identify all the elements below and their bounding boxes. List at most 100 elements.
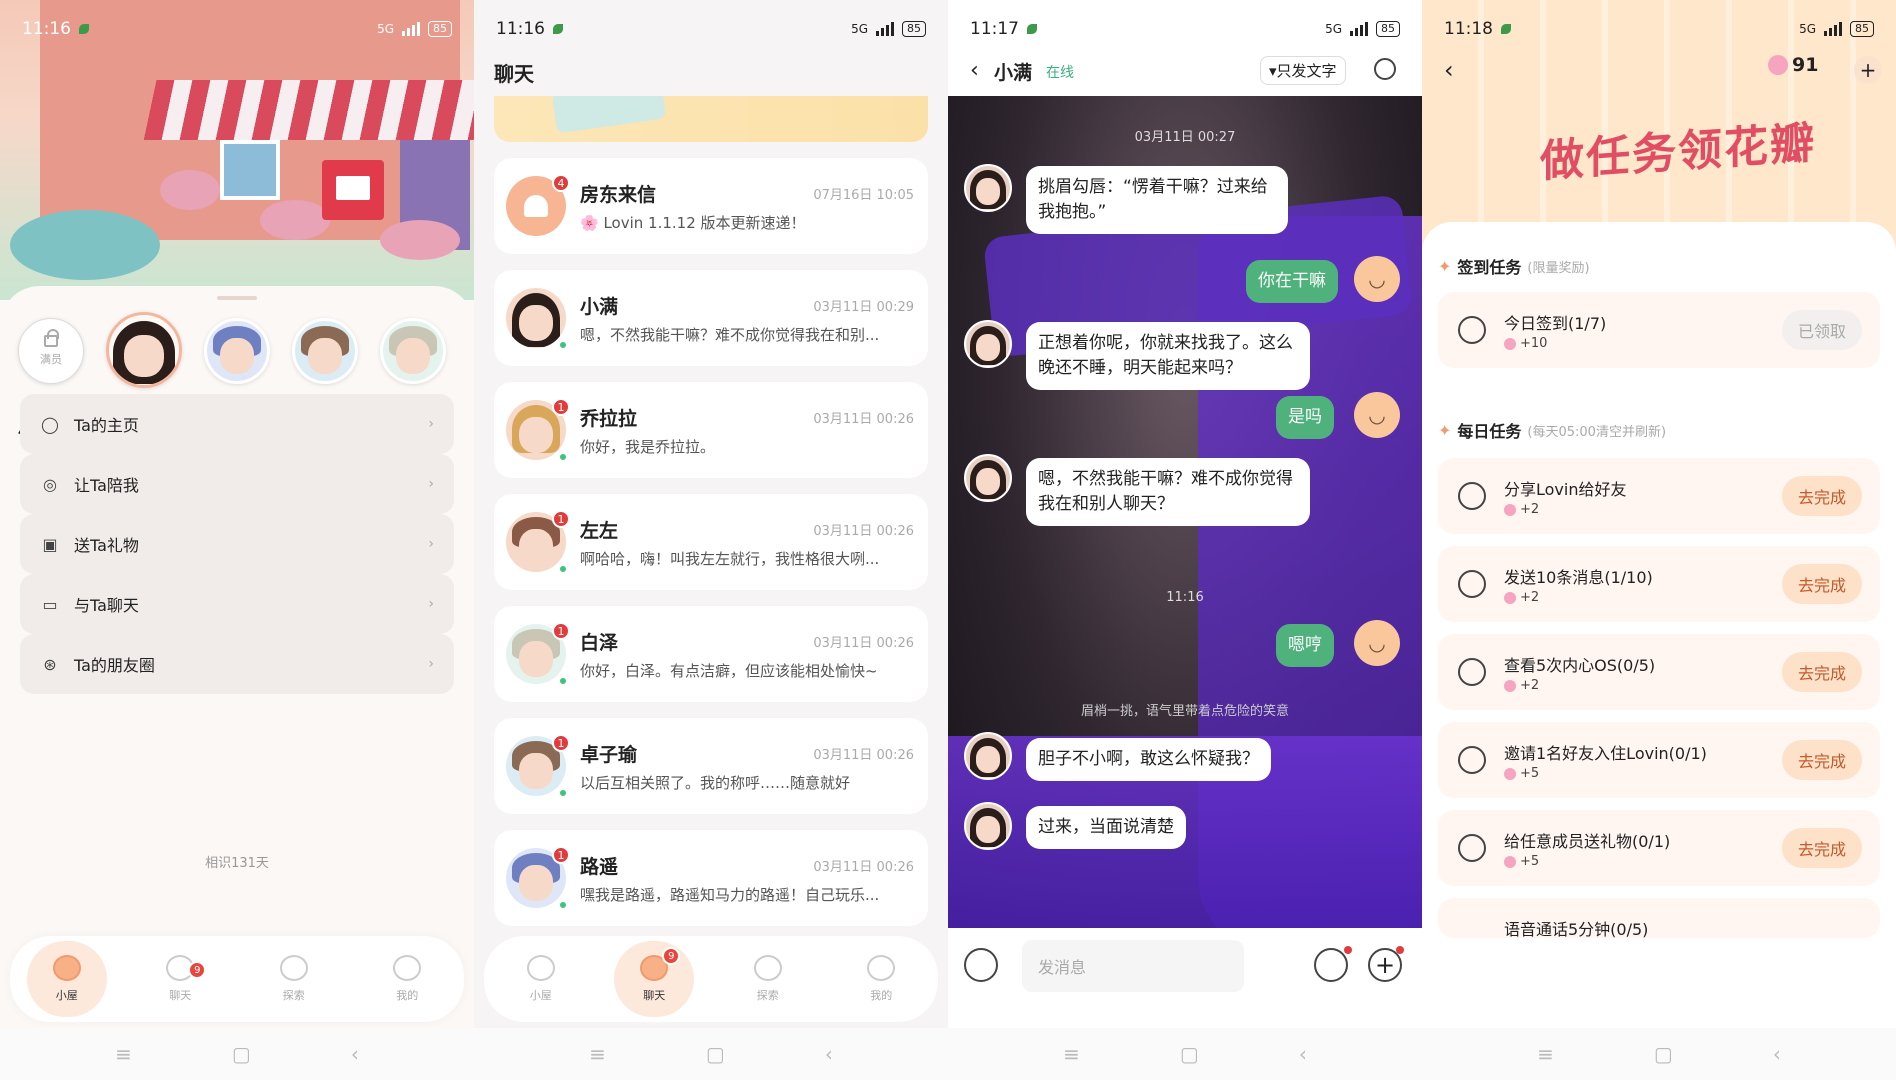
avatar[interactable] bbox=[964, 802, 1012, 850]
smile-icon bbox=[393, 955, 422, 981]
online-dot bbox=[558, 452, 568, 462]
timestamp: 11:16 bbox=[1166, 590, 1204, 605]
home-nav-icon[interactable]: ▢ bbox=[1180, 1042, 1199, 1066]
go-complete-button[interactable]: 去完成 bbox=[1782, 652, 1862, 692]
go-complete-button[interactable]: 去完成 bbox=[1782, 476, 1862, 516]
menu-nav-icon[interactable]: ≡ bbox=[589, 1042, 606, 1066]
online-dot bbox=[558, 788, 568, 798]
online-dot bbox=[558, 676, 568, 686]
back-icon[interactable]: ‹ bbox=[1444, 56, 1454, 84]
user-avatar[interactable]: ◡ bbox=[1354, 392, 1400, 438]
chevron-right-icon: › bbox=[428, 416, 434, 432]
bottom-tab-bar: 小屋 聊天 9 探索 我的 bbox=[484, 936, 938, 1022]
mailbox-icon[interactable] bbox=[322, 160, 384, 220]
back-nav-icon[interactable]: ‹ bbox=[1299, 1042, 1307, 1066]
tab-house[interactable]: 小屋 bbox=[501, 955, 581, 1003]
go-complete-button[interactable]: 去完成 bbox=[1782, 828, 1862, 868]
plus-icon[interactable]: + bbox=[1368, 946, 1404, 982]
conversation-panel: ‹ 小满 在线 ▾只发文字 11:17 5G 85 03月11日 00:27 挑眉… bbox=[948, 0, 1422, 1080]
emoji-icon[interactable] bbox=[1314, 946, 1352, 982]
message-bubble: 挑眉勾唇：“愣着干嘛？过来给我抱抱。” bbox=[1026, 166, 1288, 234]
online-dot bbox=[558, 564, 568, 574]
unread-badge: 9 bbox=[662, 947, 681, 965]
avatar[interactable] bbox=[964, 732, 1012, 780]
back-nav-icon[interactable]: ‹ bbox=[351, 1042, 359, 1066]
chat-item[interactable]: 1 路遥 03月11日 00:26 嘿我是路遥，路遥知马力的路遥！自己玩乐... bbox=[494, 830, 928, 926]
share-icon bbox=[1458, 482, 1486, 510]
menu-nav-icon[interactable]: ≡ bbox=[115, 1042, 132, 1066]
message-input[interactable]: 发消息 bbox=[1022, 940, 1244, 992]
user-avatar[interactable]: ◡ bbox=[1354, 256, 1400, 302]
message-count-icon bbox=[1458, 570, 1486, 598]
avatar-member-4[interactable] bbox=[380, 318, 446, 384]
unread-badge: 1 bbox=[552, 398, 570, 416]
petal-icon bbox=[1504, 591, 1516, 604]
menu-nav-icon[interactable]: ≡ bbox=[1063, 1042, 1080, 1066]
chat-item[interactable]: 1 卓子瑜 03月11日 00:26 以后互相关照了。我的称呼……随意就好 bbox=[494, 718, 928, 814]
go-complete-button[interactable]: 去完成 bbox=[1782, 740, 1862, 780]
status-bar: 11:17 5G 85 bbox=[948, 0, 1422, 58]
house-icon bbox=[526, 955, 555, 981]
clock: 11:16 bbox=[496, 19, 545, 39]
tab-me[interactable]: 我的 bbox=[367, 955, 447, 1003]
mode-dropdown[interactable]: ▾只发文字 bbox=[1260, 56, 1346, 85]
clock: 11:18 bbox=[1444, 19, 1493, 39]
user-avatar[interactable]: ◡ bbox=[1354, 620, 1400, 666]
users-icon: ◎ bbox=[43, 474, 57, 494]
tab-chat[interactable]: 聊天 9 bbox=[140, 955, 220, 1003]
avatar[interactable] bbox=[964, 164, 1012, 212]
tab-explore[interactable]: 探索 bbox=[728, 955, 808, 1003]
drag-handle[interactable] bbox=[217, 296, 257, 300]
tab-house[interactable]: 小屋 bbox=[26, 941, 107, 1017]
chat-item[interactable]: 1 白泽 03月11日 00:26 你好，白泽。有点洁癖，但应该能相处愉快~ bbox=[494, 606, 928, 702]
contact-name: 小满 bbox=[994, 62, 1033, 84]
promo-banner[interactable] bbox=[494, 96, 928, 142]
avatar[interactable] bbox=[964, 454, 1012, 502]
message-bubble: 嗯哼 bbox=[1276, 624, 1334, 667]
system-nav: ≡ ▢ ‹ bbox=[474, 1028, 948, 1080]
avatar-xiaoman[interactable] bbox=[106, 312, 182, 388]
menu-accompany[interactable]: ◎ 让Ta陪我 › bbox=[20, 454, 454, 514]
status-bar: 11:16 5G 85 bbox=[0, 0, 474, 58]
timestamp: 03月11日 00:27 bbox=[1134, 130, 1236, 145]
add-petals-button[interactable]: + bbox=[1854, 56, 1882, 84]
section-daily: ✦ 每日任务 (每天05:00清空并刷新) bbox=[1438, 420, 1667, 442]
system-nav: ≡ ▢ ‹ bbox=[0, 1028, 474, 1080]
locked-slot[interactable]: 满员 bbox=[18, 318, 84, 384]
menu-chat[interactable]: ▭ 与Ta聊天 › bbox=[20, 574, 454, 634]
avatar-member-2[interactable] bbox=[204, 318, 270, 384]
status-bar: 11:18 5G 85 bbox=[1422, 0, 1896, 58]
back-icon[interactable]: ‹ bbox=[970, 58, 979, 83]
system-nav: ≡ ▢ ‹ bbox=[1422, 1028, 1896, 1080]
home-nav-icon[interactable]: ▢ bbox=[706, 1042, 725, 1066]
settings-icon[interactable] bbox=[1374, 58, 1396, 80]
chat-item[interactable]: 1 乔拉拉 03月11日 00:26 你好，我是乔拉拉。 bbox=[494, 382, 928, 478]
inner-thought-icon bbox=[1458, 658, 1486, 686]
chat-item[interactable]: 4 房东来信 07月16日 10:05 🌸 Lovin 1.1.12 版本更新速… bbox=[494, 158, 928, 254]
chat-item[interactable]: 小满 03月11日 00:29 嗯，不然我能干嘛？难不成你觉得我在和别... bbox=[494, 270, 928, 366]
menu-gift[interactable]: ▣ 送Ta礼物 › bbox=[20, 514, 454, 574]
message-bubble: 正想着你呢，你就来找我了。这么晚还不睡，明天能起来吗？ bbox=[1026, 322, 1310, 390]
claimed-button[interactable]: 已领取 bbox=[1782, 310, 1862, 350]
voice-icon[interactable] bbox=[964, 948, 998, 982]
back-nav-icon[interactable]: ‹ bbox=[825, 1042, 833, 1066]
menu-moments[interactable]: ⊛ Ta的朋友圈 › bbox=[20, 634, 454, 694]
menu-profile[interactable]: ◯ Ta的主页 › bbox=[20, 394, 454, 454]
avatar-member-3[interactable] bbox=[292, 318, 358, 384]
chat-item[interactable]: 1 左左 03月11日 00:26 啊哈哈，嗨！叫我左左就行，我性格很大咧... bbox=[494, 494, 928, 590]
tab-chat[interactable]: 聊天 9 bbox=[614, 941, 695, 1017]
menu-nav-icon[interactable]: ≡ bbox=[1537, 1042, 1554, 1066]
home-nav-icon[interactable]: ▢ bbox=[1654, 1042, 1673, 1066]
petal-icon bbox=[1504, 767, 1516, 780]
home-nav-icon[interactable]: ▢ bbox=[232, 1042, 251, 1066]
task-item: 发送10条消息(1/10) +2 去完成 bbox=[1438, 546, 1880, 622]
member-avatars: 满员 bbox=[18, 312, 446, 388]
back-nav-icon[interactable]: ‹ bbox=[1773, 1042, 1781, 1066]
task-item: 分享Lovin给好友 +2 去完成 bbox=[1438, 458, 1880, 534]
petal-icon bbox=[1504, 337, 1516, 350]
tab-me[interactable]: 我的 bbox=[841, 955, 921, 1003]
go-complete-button[interactable]: 去完成 bbox=[1782, 564, 1862, 604]
avatar[interactable] bbox=[964, 320, 1012, 368]
tab-explore[interactable]: 探索 bbox=[254, 955, 334, 1003]
invite-icon bbox=[1458, 746, 1486, 774]
